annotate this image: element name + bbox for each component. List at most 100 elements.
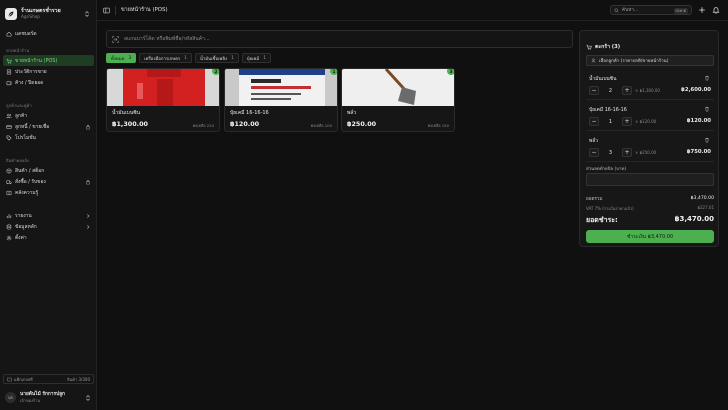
category-count: 1 xyxy=(184,55,187,61)
chevron-right-icon xyxy=(87,213,90,218)
trash-icon[interactable] xyxy=(704,137,710,143)
category-filter-bar: ทั้งหมด 3 เครื่องมือการเกษตร 1 น้ำมันเชื… xyxy=(106,53,274,63)
barcode-search-placeholder: สแกนบาร์โค้ด หรือพิมพ์ชื่อ/รหัสสินค้า... xyxy=(124,36,210,42)
product-price: ฿250.00 xyxy=(347,120,377,128)
sidebar-item-debtors[interactable]: ค้าง / ปิดยอด xyxy=(3,77,94,88)
product-stock: คงเหลือ 220 xyxy=(192,123,214,128)
barcode-search-input[interactable]: สแกนบาร์โค้ด หรือพิมพ์ชื่อ/รหัสสินค้า... xyxy=(106,30,573,48)
vat-value: ฿227.01 xyxy=(697,205,714,210)
product-price: ฿120.00 xyxy=(230,120,260,128)
sidebar-item-label: ค้าง / ปิดยอด xyxy=(15,79,44,86)
cart-item-unit-price: × ฿1,300.00 xyxy=(635,88,660,93)
cart-item-qty[interactable]: 1 xyxy=(601,117,620,126)
category-label: น้ำมันเชื้อเพลิง xyxy=(199,56,228,62)
cart-item-unit-price: × ฿250.00 xyxy=(635,150,657,155)
sidebar-item-products[interactable]: สินค้า / สต็อก xyxy=(3,165,94,176)
pay-button[interactable]: ชำระเงิน ฿3,470.00 xyxy=(586,230,714,243)
product-card[interactable]: 2 น้ำมันเบนซิน ฿1,300.00 คงเหลือ 220 xyxy=(106,68,220,132)
cart-icon xyxy=(6,58,12,64)
sidebar-item-transactions[interactable]: ประวัติการขาย xyxy=(3,66,94,77)
cart-item-unit-price: × ฿120.00 xyxy=(635,119,657,124)
chevron-up-down-icon xyxy=(85,10,89,17)
truck-icon xyxy=(6,180,12,184)
sidebar-item-reports[interactable]: รายงาน xyxy=(3,210,94,221)
book-icon xyxy=(6,190,12,195)
sidebar-item-label: ลูกค้า xyxy=(15,112,27,119)
customer-select[interactable]: เลือกลูกค้า (ราคาปกติ/ขายหน้าร้าน) xyxy=(586,55,714,66)
trash-icon[interactable] xyxy=(704,106,710,112)
total-label: ยอดชำระ: xyxy=(586,216,618,224)
cart-item-line-total: ฿120.00 xyxy=(686,118,711,124)
sidebar-item-dashboard[interactable]: แดชบอร์ด xyxy=(3,28,94,39)
avatar: นร xyxy=(5,392,16,403)
sidebar-item-label: แดชบอร์ด xyxy=(15,30,37,37)
category-chip-fertilizer[interactable]: ปุ๋ยเคมี 1 xyxy=(241,53,271,63)
discount-label: ส่วนลดท้ายบิล (บาท) xyxy=(586,167,627,172)
bell-icon[interactable] xyxy=(712,6,720,14)
credit-card-icon xyxy=(6,124,12,129)
sidebar-item-promotions[interactable]: โปรโมชั่น xyxy=(3,132,94,143)
sidebar-item-label: สั่งซื้อ / รับของ xyxy=(15,178,46,185)
cart-item-line-total: ฿2,600.00 xyxy=(681,87,711,93)
sidebar-toggle-icon[interactable] xyxy=(103,7,110,14)
cart-item: น้ำมันเบนซิน − 2 + × ฿1,300.00 ฿2,600.00 xyxy=(586,71,714,100)
total-value: ฿3,470.00 xyxy=(674,215,714,223)
product-card[interactable]: 1 ปุ๋ยเคมี 16-16-16 ฿120.00 คงเหลือ 100 xyxy=(224,68,338,132)
cart-item-line-total: ฿750.00 xyxy=(686,149,711,155)
customer-select-value: เลือกลูกค้า (ราคาปกติ/ขายหน้าร้าน) xyxy=(599,59,669,64)
sidebar-item-knowledge[interactable]: คลังความรู้ xyxy=(3,187,94,198)
category-chip-fuel[interactable]: น้ำมันเชื้อเพลิง 1 xyxy=(194,53,239,63)
users-icon xyxy=(6,113,12,118)
topbar-divider xyxy=(115,6,116,15)
decrease-qty-button[interactable]: − xyxy=(589,148,599,157)
sidebar-item-label: ลูกหนี้ / ขายเชื่อ xyxy=(15,123,50,130)
topbar: ขายหน้าร้าน (POS) ค้นหา... Ctrl K xyxy=(97,0,728,21)
cart-item-name: พลั่ว xyxy=(589,138,598,144)
category-label: เครื่องมือการเกษตร xyxy=(144,56,181,62)
category-count: 1 xyxy=(231,55,234,61)
cart-item-qty[interactable]: 3 xyxy=(601,148,620,157)
increase-qty-button[interactable]: + xyxy=(622,148,632,157)
global-search[interactable]: ค้นหา... Ctrl K xyxy=(610,5,692,15)
decrease-qty-button[interactable]: − xyxy=(589,86,599,95)
package-icon xyxy=(6,167,12,174)
total-row: ยอดชำระ: ฿3,470.00 xyxy=(586,215,714,226)
sidebar-item-settings[interactable]: ตั้งค่า xyxy=(3,232,94,243)
category-label: ปุ๋ยเคมี xyxy=(246,56,260,62)
trash-icon[interactable] xyxy=(704,75,710,81)
sidebar-item-customer-debts[interactable]: ลูกหนี้ / ขายเชื่อ xyxy=(3,121,94,132)
nav-group-other: รายงาน ข้อมูลหลัก ตั้งค่า xyxy=(3,210,94,243)
brand-switcher[interactable]: ร้านเกษตรช่ำรวย AgriShop xyxy=(0,0,96,22)
sidebar-item-label: ข้อมูลหลัก xyxy=(15,223,37,230)
product-stock: คงเหลือ 100 xyxy=(310,123,332,128)
cart-item-qty[interactable]: 2 xyxy=(601,86,620,95)
increase-qty-button[interactable]: + xyxy=(622,86,632,95)
sidebar-item-label: ประวัติการขาย xyxy=(15,68,47,75)
sidebar-item-label: รายงาน xyxy=(15,212,32,219)
product-price: ฿1,300.00 xyxy=(112,120,148,128)
sidebar-item-purchases[interactable]: สั่งซื้อ / รับของ xyxy=(3,176,94,187)
product-card[interactable]: 3 พลั่ว ฿250.00 คงเหลือ 150 xyxy=(341,68,455,132)
plus-icon[interactable] xyxy=(698,6,706,14)
search-shortcut: Ctrl K xyxy=(673,7,688,14)
home-icon xyxy=(6,31,12,36)
plan-usage-banner[interactable]: แพ็กเกจฟรี สินค้า 3/300 xyxy=(3,374,94,384)
category-chip-tools[interactable]: เครื่องมือการเกษตร 1 xyxy=(139,53,192,63)
receipt-icon xyxy=(6,69,12,74)
user-menu[interactable]: นร นายต้นไม้ รักการปลูก เจ้าของร้าน xyxy=(3,389,94,406)
increase-qty-button[interactable]: + xyxy=(622,117,632,126)
decrease-qty-button[interactable]: − xyxy=(589,117,599,126)
barcode-scan-icon xyxy=(112,35,119,43)
sidebar-item-customers[interactable]: ลูกค้า xyxy=(3,110,94,121)
category-count: 3 xyxy=(128,55,132,61)
sidebar-item-master-data[interactable]: ข้อมูลหลัก xyxy=(3,221,94,232)
category-chip-all[interactable]: ทั้งหมด 3 xyxy=(106,53,137,63)
sidebar-item-label: สินค้า / สต็อก xyxy=(15,167,45,174)
subtotal-value: ฿3,470.00 xyxy=(690,196,714,201)
discount-input[interactable] xyxy=(586,173,714,186)
nav-group-main: แดชบอร์ด xyxy=(3,28,94,39)
sidebar-item-pos[interactable]: ขายหน้าร้าน (POS) xyxy=(3,55,94,66)
chevron-up-down-icon xyxy=(86,394,90,401)
gear-icon xyxy=(6,235,12,240)
cart-header: ตะกร้า (3) xyxy=(586,43,620,51)
